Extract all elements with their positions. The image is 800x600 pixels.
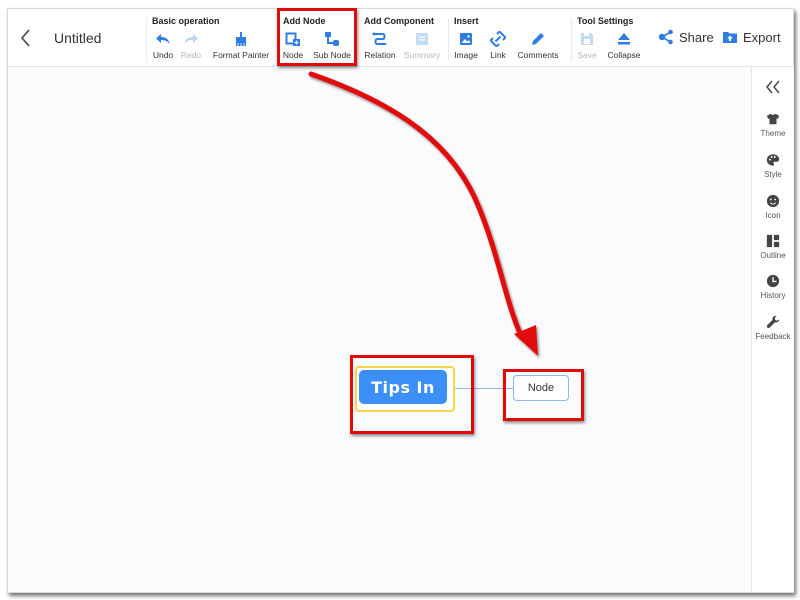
share-button[interactable]: Share	[658, 29, 714, 45]
image-icon	[460, 33, 472, 45]
divider	[448, 19, 449, 61]
save-icon	[581, 33, 593, 45]
summary-icon	[416, 33, 428, 45]
add-node-icon	[285, 32, 300, 46]
comments-button[interactable]: Comments	[516, 31, 560, 60]
export-button[interactable]: Export	[722, 29, 781, 45]
chevron-left-icon[interactable]	[18, 28, 34, 48]
divider	[571, 19, 572, 61]
collapse-button[interactable]: Collapse	[606, 31, 642, 60]
share-icon	[658, 29, 673, 45]
palette-icon	[766, 154, 780, 166]
sidebar-item-feedback[interactable]: Feedback	[752, 315, 794, 341]
redo-icon	[184, 34, 198, 44]
group-label-add-node: Add Node	[283, 16, 326, 26]
sidebar-item-style[interactable]: Style	[752, 153, 794, 179]
sidebar-item-history[interactable]: History	[752, 274, 794, 300]
undo-button[interactable]: Undo	[152, 31, 174, 60]
export-icon	[723, 32, 737, 43]
pencil-icon	[532, 33, 544, 45]
save-button[interactable]: Save	[576, 31, 598, 60]
right-sidebar: Theme Style Icon Outline History Feedbac…	[751, 67, 794, 592]
format-painter-button[interactable]: Format Painter	[211, 31, 271, 60]
undo-icon	[156, 34, 170, 44]
group-label-tool-settings: Tool Settings	[577, 16, 634, 26]
group-label-add-component: Add Component	[364, 16, 434, 26]
collapse-icon	[618, 33, 630, 45]
toolbar: Untitled Basic operation Undo Redo Forma…	[8, 9, 793, 67]
redo-button[interactable]: Redo	[180, 31, 202, 60]
format-painter-icon	[236, 32, 246, 46]
sidebar-item-outline[interactable]: Outline	[752, 234, 794, 260]
smiley-icon	[766, 194, 780, 208]
clock-icon	[766, 274, 780, 288]
relation-icon	[372, 32, 386, 45]
add-node-button[interactable]: Node	[281, 31, 305, 60]
divider	[146, 19, 147, 61]
root-node[interactable]: Tips In	[355, 366, 455, 412]
summary-button[interactable]: Summary	[403, 31, 441, 60]
sub-node-icon	[325, 32, 339, 46]
app-window: Untitled Basic operation Undo Redo Forma…	[7, 8, 794, 593]
outline-layout-icon	[766, 234, 780, 248]
group-label-basic-operation: Basic operation	[152, 16, 220, 26]
relation-button[interactable]: Relation	[363, 31, 397, 60]
group-label-insert: Insert	[454, 16, 479, 26]
sidebar-item-icon[interactable]: Icon	[752, 194, 794, 220]
document-title[interactable]: Untitled	[54, 30, 101, 46]
root-node-label: Tips In	[359, 370, 447, 404]
sub-node-button[interactable]: Sub Node	[312, 31, 352, 60]
wrench-icon	[766, 315, 780, 328]
link-button[interactable]: Link	[487, 31, 509, 60]
double-chevron-left-icon[interactable]	[765, 80, 781, 94]
sidebar-item-theme[interactable]: Theme	[752, 112, 794, 138]
child-node[interactable]: Node	[513, 375, 569, 401]
link-icon	[490, 31, 506, 47]
tshirt-icon	[766, 113, 780, 125]
mindmap-canvas[interactable]	[8, 67, 751, 592]
image-button[interactable]: Image	[453, 31, 479, 60]
node-connector	[448, 388, 515, 389]
